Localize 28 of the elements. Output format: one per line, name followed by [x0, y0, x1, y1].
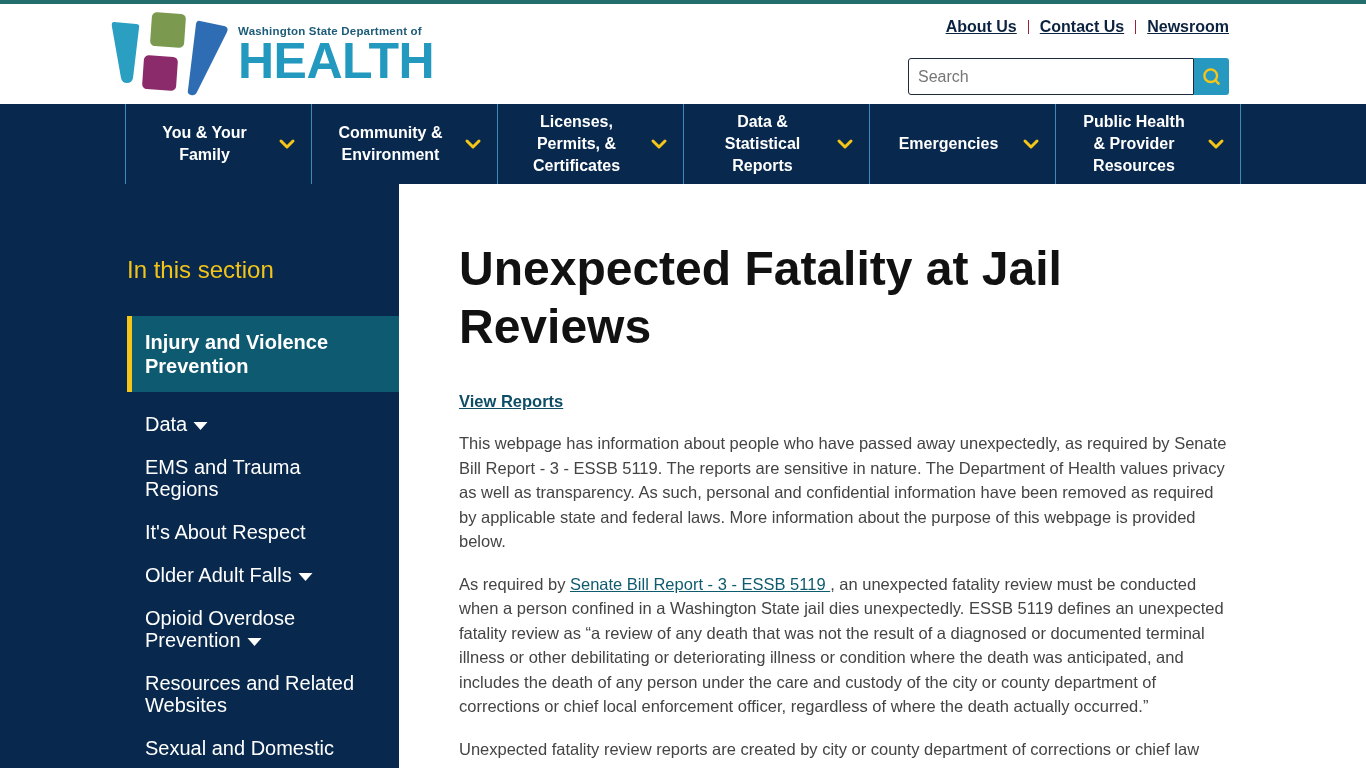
body-paragraph: This webpage has information about people who have passed away unexpectedly, as required by Senate Bill Report - 3 - ESSB 5119. The reports are sensitive in nature. The Department of Health values privacy as well as transparency. As such, personal and confidential information have been removed as required by applicable state and federal laws. More information about the purpose of this webpage is provided below.: [459, 433, 1228, 552]
logo-subtitle: Washington State Department of: [238, 24, 423, 38]
body-paragraph: Unexpected fatality review reports are created by city or county department of corrections or chief law: [459, 738, 1201, 760]
search-button[interactable]: [1194, 58, 1229, 95]
sidebar-link[interactable]: Older Adult Falls: [127, 564, 399, 586]
utility-link[interactable]: About Us: [945, 16, 1017, 38]
sidebar-link[interactable]: EMS and Trauma Regions: [127, 456, 399, 500]
sidebar-link[interactable]: Opioid Overdose Prevention: [127, 607, 399, 651]
search-field[interactable]: Search: [908, 58, 1194, 95]
sidebar-link[interactable]: Data: [127, 413, 399, 435]
search-icon: [1202, 67, 1221, 86]
nav-menu-item[interactable]: Data & Statistical Reports: [683, 104, 869, 184]
utility-link[interactable]: Newsroom: [1147, 16, 1229, 38]
nav-menu-item[interactable]: Emergencies: [869, 104, 1055, 184]
sidebar-link[interactable]: Injury and Violence Prevention: [127, 316, 399, 392]
logo-mark-icon: [110, 12, 228, 96]
senate-bill-link[interactable]: Senate Bill Report - 3 - ESSB 5119: [570, 574, 831, 593]
section-heading: In this section: [127, 256, 275, 284]
utility-link[interactable]: Contact Us: [1039, 16, 1125, 38]
nav-menu-item[interactable]: Licenses, Permits, & Certificates: [497, 104, 683, 184]
sidebar-link[interactable]: Resources and Related Websites: [127, 672, 399, 716]
sidebar-link[interactable]: Sexual and Domestic: [127, 737, 399, 759]
logo-title: HEALTH: [238, 38, 435, 84]
sidebar-link[interactable]: It's About Respect: [127, 521, 399, 543]
nav-menu-item[interactable]: Public Health & Provider Resources: [1055, 104, 1241, 184]
view-reports-link[interactable]: View Reports: [459, 389, 564, 413]
body-paragraph: As required by Senate Bill Report - 3 - ESSB 5119 , an unexpected fatality review must be conducted when a person confined in a Washington State jail dies unexpectedly. ESSB 5119 defines an unexpected fatality review as “a review of any death that was not the result of a diagnosed or documented terminal illness or other debilitating or deteriorating illness or condition where the death was anticipated, and includes the death of any person under the care and custody of the city or county department of corrections or chief local enforcement officer, regardless of where the death actually occurred.”: [459, 573, 1225, 717]
page-title: Unexpected Fatality at Jail Reviews: [459, 241, 1063, 355]
